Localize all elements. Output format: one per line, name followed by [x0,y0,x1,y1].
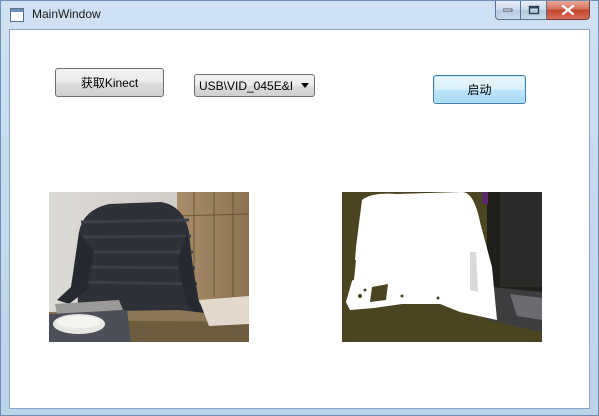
close-icon [562,5,574,15]
client-area: 获取Kinect USB\VID_045E&I 启动 [9,29,590,409]
start-button[interactable]: 启动 [433,75,526,104]
minimize-button[interactable] [495,1,521,20]
app-window-icon [10,8,24,22]
title-bar[interactable]: MainWindow [1,1,598,29]
get-kinect-button[interactable]: 获取Kinect [55,68,164,97]
minimize-icon [503,8,513,12]
main-window: MainWindow 获取Kinect USB\VID_045E&I 启动 [0,0,599,416]
device-select-value: USB\VID_045E&I [199,79,294,93]
chevron-down-icon [301,83,309,88]
kinect-depth-image [342,192,542,342]
close-button[interactable] [547,1,590,20]
maximize-button[interactable] [521,1,547,20]
caption-buttons [495,1,590,21]
kinect-color-camera-image [49,192,249,342]
device-select[interactable]: USB\VID_045E&I [194,74,315,97]
window-title: MainWindow [32,7,101,21]
maximize-icon [528,5,539,15]
